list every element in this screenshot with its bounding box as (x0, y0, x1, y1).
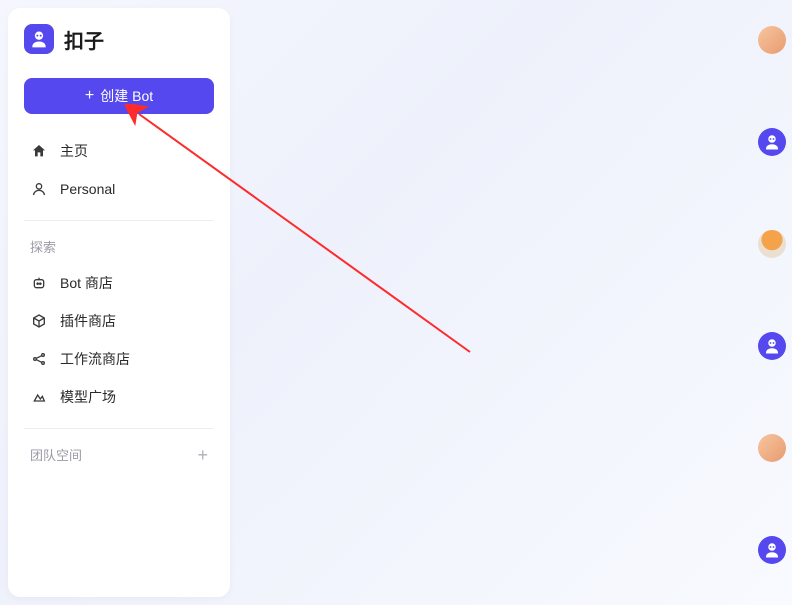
right-icon-rail (758, 26, 786, 564)
section-team-title: 团队空间 (30, 445, 82, 464)
section-explore-title: 探索 (30, 237, 56, 256)
section-explore-header: 探索 (24, 233, 214, 264)
section-team-header: 团队空间 + (24, 441, 214, 472)
brand-name: 扣子 (64, 25, 104, 54)
nav-plugin-store[interactable]: 插件商店 (24, 302, 214, 340)
add-workspace-button[interactable]: + (197, 446, 208, 464)
cube-icon (30, 312, 48, 330)
brand: 扣子 (24, 24, 214, 54)
brand-icon (24, 24, 54, 54)
divider (24, 220, 214, 221)
bot-icon (30, 274, 48, 292)
create-bot-button[interactable]: + 创建 Bot (24, 78, 214, 114)
bot-assistant-icon-2[interactable] (758, 332, 786, 360)
nav-plugin-store-label: 插件商店 (60, 311, 116, 331)
nav-personal[interactable]: Personal (24, 170, 214, 208)
share-icon (30, 350, 48, 368)
nav-personal-label: Personal (60, 181, 115, 197)
balloon-icon[interactable] (758, 230, 786, 258)
bot-assistant-icon-3[interactable] (758, 536, 786, 564)
create-bot-label: 创建 Bot (100, 86, 153, 106)
nav-workflow-store[interactable]: 工作流商店 (24, 340, 214, 378)
home-icon (30, 142, 48, 160)
bot-assistant-icon-1[interactable] (758, 128, 786, 156)
nav-model-plaza[interactable]: 模型广场 (24, 378, 214, 416)
divider (24, 428, 214, 429)
avatar-icon-1[interactable] (758, 26, 786, 54)
nav-bot-store[interactable]: Bot 商店 (24, 264, 214, 302)
user-icon (30, 180, 48, 198)
nav-home[interactable]: 主页 (24, 132, 214, 170)
nav-model-plaza-label: 模型广场 (60, 387, 116, 407)
triangles-icon (30, 388, 48, 406)
avatar-icon-2[interactable] (758, 434, 786, 462)
nav-bot-store-label: Bot 商店 (60, 273, 113, 293)
sidebar: 扣子 + 创建 Bot 主页 Personal 探索 Bot 商店 插件商店 (8, 8, 230, 597)
nav-workflow-store-label: 工作流商店 (60, 349, 130, 369)
plus-icon: + (85, 88, 94, 104)
nav-home-label: 主页 (60, 141, 88, 161)
